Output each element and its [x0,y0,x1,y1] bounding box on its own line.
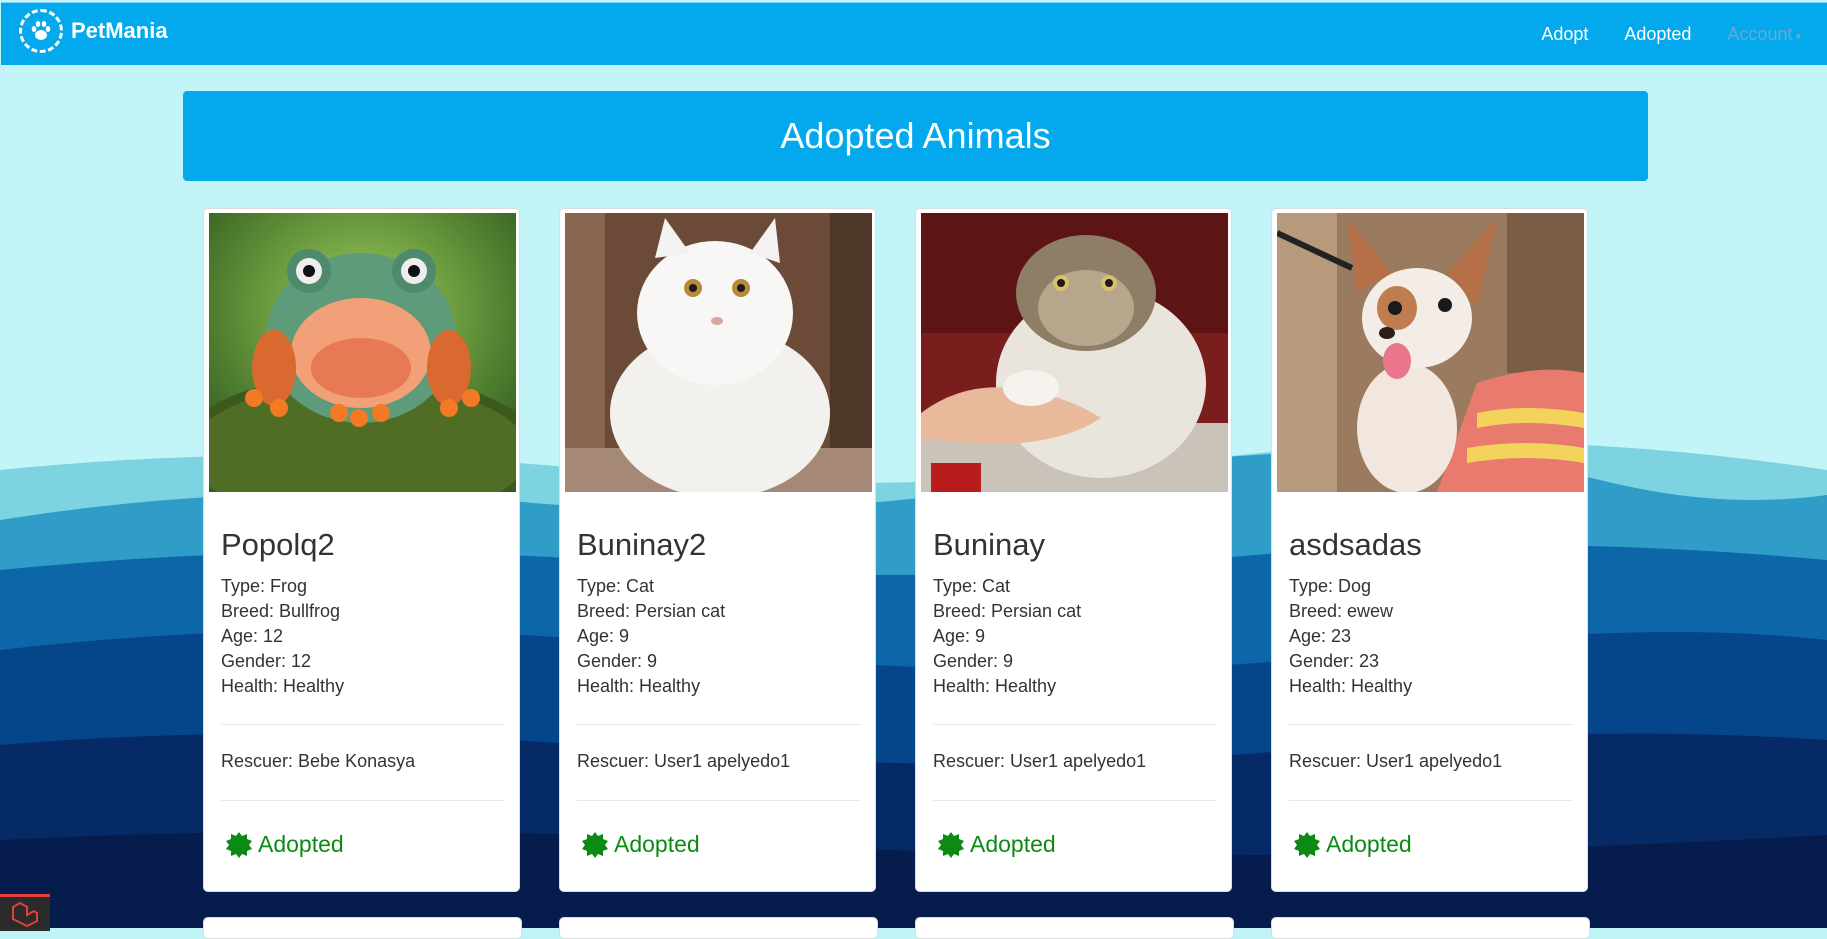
pet-gender: Gender: 9 [577,651,658,671]
certificate-badge-icon [226,831,252,858]
pet-type: Type: Cat [933,576,1011,596]
status-label: Adopted [614,831,700,857]
paw-logo-icon [19,9,63,53]
pet-card-partial [203,917,522,939]
divider [1289,800,1572,801]
pet-breed: Breed: ewew [1289,601,1394,621]
pet-age: Age: 9 [577,626,630,646]
adopted-status: Adopted [226,831,344,858]
certificate-badge-icon [938,831,964,858]
divider [933,724,1216,725]
laravel-debug-badge[interactable] [0,894,50,931]
pet-name: Popolq2 [221,527,335,562]
status-label: Adopted [258,831,344,857]
pet-details: Type: Cat Breed: Persian cat Age: 9 Gend… [577,574,725,699]
certificate-badge-icon [582,831,608,858]
nav-link-adopted[interactable]: Adopted [1624,24,1691,45]
pet-card: Buninay Type: Cat Breed: Persian cat Age… [915,208,1232,892]
pet-details: Type: Cat Breed: Persian cat Age: 9 Gend… [933,574,1081,699]
top-navbar: PetMania Adopt Adopted Account ▾ [1,2,1827,65]
pet-health: Health: Healthy [577,676,701,696]
pet-card: Buninay2 Type: Cat Breed: Persian cat Ag… [559,208,876,892]
brand-name: PetMania [71,18,168,43]
pet-name: asdsadas [1289,527,1422,562]
pet-photo-frog [209,213,516,492]
pet-details: Type: Dog Breed: ewew Age: 23 Gender: 23… [1289,574,1412,699]
pet-card-partial [915,917,1234,939]
pet-breed: Breed: Persian cat [933,601,1082,621]
laravel-logo-icon [12,901,38,928]
pet-card-partial [559,917,878,939]
page-title-banner: Adopted Animals [183,91,1648,181]
pet-gender: Gender: 23 [1289,651,1380,671]
pet-card: asdsadas Type: Dog Breed: ewew Age: 23 G… [1271,208,1588,892]
page-title: Adopted Animals [780,115,1051,156]
pet-details: Type: Frog Breed: Bullfrog Age: 12 Gende… [221,574,344,699]
pet-breed: Breed: Bullfrog [221,601,341,621]
account-label: Account [1727,23,1793,44]
rescuer-text: Rescuer: Bebe Konasya [221,751,416,771]
pet-card: Popolq2 Type: Frog Breed: Bullfrog Age: … [203,208,520,892]
pet-breed: Breed: Persian cat [577,601,726,621]
pet-health: Health: Healthy [1289,676,1413,696]
divider [577,724,860,725]
adopted-status: Adopted [1294,831,1412,858]
pet-name: Buninay2 [577,527,707,562]
pet-gender: Gender: 9 [933,651,1014,671]
certificate-badge-icon [1294,831,1320,858]
nav-links: Adopt Adopted Account ▾ [1505,3,1801,65]
pet-photo-white-cat [565,213,872,492]
rescuer-text: Rescuer: User1 apelyedo1 [1289,751,1503,771]
pet-gender: Gender: 12 [221,651,312,671]
brand-link[interactable]: PetMania [19,9,168,53]
rescuer-text: Rescuer: User1 apelyedo1 [933,751,1147,771]
pet-card-partial [1271,917,1590,939]
adopted-status: Adopted [582,831,700,858]
pet-age: Age: 23 [1289,626,1352,646]
divider [1289,724,1572,725]
pet-health: Health: Healthy [221,676,345,696]
pet-type: Type: Dog [1289,576,1372,596]
divider [221,724,504,725]
divider [577,800,860,801]
pet-name: Buninay [933,527,1046,562]
pet-photo-tabby-cat [921,213,1228,492]
pet-age: Age: 12 [221,626,284,646]
pet-type: Type: Cat [577,576,655,596]
divider [221,800,504,801]
nav-link-adopt[interactable]: Adopt [1541,24,1588,45]
status-label: Adopted [1326,831,1412,857]
account-dropdown[interactable]: Account ▾ [1727,24,1801,45]
pet-type: Type: Frog [221,576,308,596]
pet-health: Health: Healthy [933,676,1057,696]
rescuer-text: Rescuer: User1 apelyedo1 [577,751,791,771]
divider [933,800,1216,801]
adopted-status: Adopted [938,831,1056,858]
caret-down-icon: ▾ [1795,30,1801,43]
pet-photo-dog [1277,213,1584,492]
pet-age: Age: 9 [933,626,986,646]
status-label: Adopted [970,831,1056,857]
